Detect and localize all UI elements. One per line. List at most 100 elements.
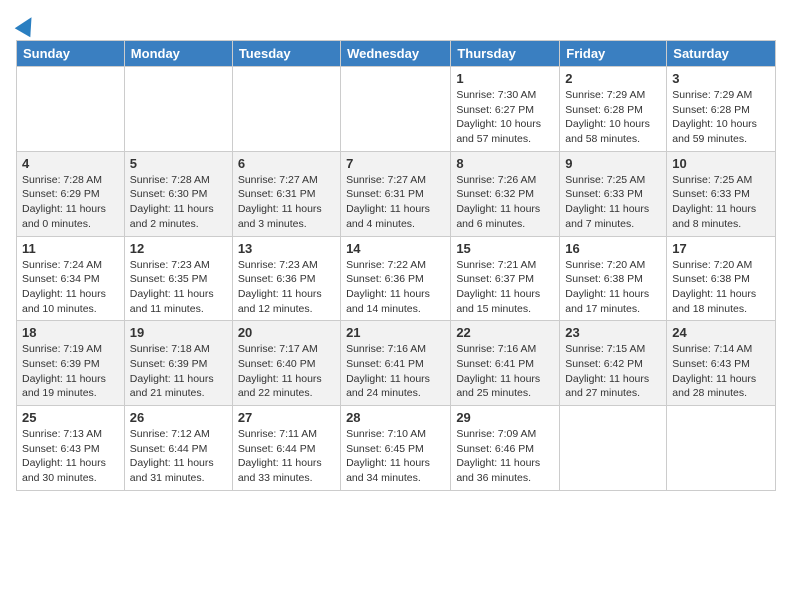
calendar-cell: 28 Sunrise: 7:10 AM Sunset: 6:45 PM Dayli… <box>341 406 451 491</box>
day-info: Sunrise: 7:25 AM Sunset: 6:33 PM Dayligh… <box>565 173 661 232</box>
day-number: 28 <box>346 410 445 425</box>
day-number: 8 <box>456 156 554 171</box>
day-number: 9 <box>565 156 661 171</box>
calendar-week-row: 25 Sunrise: 7:13 AM Sunset: 6:43 PM Dayli… <box>17 406 776 491</box>
weekday-header-monday: Monday <box>124 41 232 67</box>
day-number: 1 <box>456 71 554 86</box>
calendar-table: SundayMondayTuesdayWednesdayThursdayFrid… <box>16 40 776 491</box>
calendar-cell: 16 Sunrise: 7:20 AM Sunset: 6:38 PM Dayli… <box>560 236 667 321</box>
calendar-cell: 12 Sunrise: 7:23 AM Sunset: 6:35 PM Dayli… <box>124 236 232 321</box>
day-number: 10 <box>672 156 770 171</box>
calendar-cell: 10 Sunrise: 7:25 AM Sunset: 6:33 PM Dayli… <box>667 151 776 236</box>
calendar-cell: 25 Sunrise: 7:13 AM Sunset: 6:43 PM Dayli… <box>17 406 125 491</box>
day-info: Sunrise: 7:15 AM Sunset: 6:42 PM Dayligh… <box>565 342 661 401</box>
day-info: Sunrise: 7:23 AM Sunset: 6:36 PM Dayligh… <box>238 258 335 317</box>
logo-triangle-icon <box>15 13 40 38</box>
day-number: 16 <box>565 241 661 256</box>
day-number: 14 <box>346 241 445 256</box>
day-info: Sunrise: 7:23 AM Sunset: 6:35 PM Dayligh… <box>130 258 227 317</box>
weekday-header-friday: Friday <box>560 41 667 67</box>
calendar-cell: 1 Sunrise: 7:30 AM Sunset: 6:27 PM Daylig… <box>451 67 560 152</box>
day-number: 18 <box>22 325 119 340</box>
day-number: 12 <box>130 241 227 256</box>
weekday-header-wednesday: Wednesday <box>341 41 451 67</box>
day-info: Sunrise: 7:22 AM Sunset: 6:36 PM Dayligh… <box>346 258 445 317</box>
calendar-cell: 23 Sunrise: 7:15 AM Sunset: 6:42 PM Dayli… <box>560 321 667 406</box>
day-info: Sunrise: 7:20 AM Sunset: 6:38 PM Dayligh… <box>565 258 661 317</box>
day-number: 27 <box>238 410 335 425</box>
day-number: 13 <box>238 241 335 256</box>
weekday-header-saturday: Saturday <box>667 41 776 67</box>
day-info: Sunrise: 7:18 AM Sunset: 6:39 PM Dayligh… <box>130 342 227 401</box>
page-header <box>16 16 776 30</box>
day-number: 7 <box>346 156 445 171</box>
calendar-cell: 15Sunrise: 7:21 AM Sunset: 6:37 PM Dayli… <box>451 236 560 321</box>
calendar-cell: 26 Sunrise: 7:12 AM Sunset: 6:44 PM Dayli… <box>124 406 232 491</box>
day-info: Sunrise: 7:24 AM Sunset: 6:34 PM Dayligh… <box>22 258 119 317</box>
calendar-cell: 29 Sunrise: 7:09 AM Sunset: 6:46 PM Dayli… <box>451 406 560 491</box>
day-info: Sunrise: 7:19 AM Sunset: 6:39 PM Dayligh… <box>22 342 119 401</box>
day-info: Sunrise: 7:16 AM Sunset: 6:41 PM Dayligh… <box>456 342 554 401</box>
calendar-cell <box>17 67 125 152</box>
day-number: 22 <box>456 325 554 340</box>
weekday-header-tuesday: Tuesday <box>232 41 340 67</box>
day-info: Sunrise: 7:28 AM Sunset: 6:30 PM Dayligh… <box>130 173 227 232</box>
calendar-cell: 24 Sunrise: 7:14 AM Sunset: 6:43 PM Dayli… <box>667 321 776 406</box>
calendar-cell: 2 Sunrise: 7:29 AM Sunset: 6:28 PM Daylig… <box>560 67 667 152</box>
day-number: 5 <box>130 156 227 171</box>
calendar-cell <box>232 67 340 152</box>
day-number: 3 <box>672 71 770 86</box>
day-info: Sunrise: 7:30 AM Sunset: 6:27 PM Dayligh… <box>456 88 554 147</box>
day-number: 6 <box>238 156 335 171</box>
day-info: Sunrise: 7:29 AM Sunset: 6:28 PM Dayligh… <box>565 88 661 147</box>
day-info: Sunrise: 7:12 AM Sunset: 6:44 PM Dayligh… <box>130 427 227 486</box>
day-number: 29 <box>456 410 554 425</box>
day-number: 4 <box>22 156 119 171</box>
calendar-cell: 5 Sunrise: 7:28 AM Sunset: 6:30 PM Daylig… <box>124 151 232 236</box>
day-number: 17 <box>672 241 770 256</box>
day-number: 19 <box>130 325 227 340</box>
day-info: Sunrise: 7:13 AM Sunset: 6:43 PM Dayligh… <box>22 427 119 486</box>
calendar-cell: 20Sunrise: 7:17 AM Sunset: 6:40 PM Dayli… <box>232 321 340 406</box>
day-info: Sunrise: 7:09 AM Sunset: 6:46 PM Dayligh… <box>456 427 554 486</box>
day-number: 24 <box>672 325 770 340</box>
calendar-cell <box>560 406 667 491</box>
day-info: Sunrise: 7:27 AM Sunset: 6:31 PM Dayligh… <box>346 173 445 232</box>
calendar-cell: 14 Sunrise: 7:22 AM Sunset: 6:36 PM Dayli… <box>341 236 451 321</box>
day-info: Sunrise: 7:29 AM Sunset: 6:28 PM Dayligh… <box>672 88 770 147</box>
day-info: Sunrise: 7:16 AM Sunset: 6:41 PM Dayligh… <box>346 342 445 401</box>
day-info: Sunrise: 7:20 AM Sunset: 6:38 PM Dayligh… <box>672 258 770 317</box>
day-number: 15 <box>456 241 554 256</box>
day-info: Sunrise: 7:10 AM Sunset: 6:45 PM Dayligh… <box>346 427 445 486</box>
day-number: 26 <box>130 410 227 425</box>
day-info: Sunrise: 7:28 AM Sunset: 6:29 PM Dayligh… <box>22 173 119 232</box>
day-number: 23 <box>565 325 661 340</box>
calendar-cell: 18 Sunrise: 7:19 AM Sunset: 6:39 PM Dayli… <box>17 321 125 406</box>
calendar-cell: 22 Sunrise: 7:16 AM Sunset: 6:41 PM Dayli… <box>451 321 560 406</box>
calendar-week-row: 11 Sunrise: 7:24 AM Sunset: 6:34 PM Dayli… <box>17 236 776 321</box>
day-number: 25 <box>22 410 119 425</box>
day-info: Sunrise: 7:11 AM Sunset: 6:44 PM Dayligh… <box>238 427 335 486</box>
calendar-cell <box>667 406 776 491</box>
calendar-cell: 4 Sunrise: 7:28 AM Sunset: 6:29 PM Daylig… <box>17 151 125 236</box>
calendar-cell: 11 Sunrise: 7:24 AM Sunset: 6:34 PM Dayli… <box>17 236 125 321</box>
day-info: Sunrise: 7:27 AM Sunset: 6:31 PM Dayligh… <box>238 173 335 232</box>
calendar-cell: 13 Sunrise: 7:23 AM Sunset: 6:36 PM Dayli… <box>232 236 340 321</box>
logo <box>16 16 36 30</box>
calendar-week-row: 4 Sunrise: 7:28 AM Sunset: 6:29 PM Daylig… <box>17 151 776 236</box>
day-number: 11 <box>22 241 119 256</box>
day-number: 2 <box>565 71 661 86</box>
day-info: Sunrise: 7:17 AM Sunset: 6:40 PM Dayligh… <box>238 342 335 401</box>
calendar-cell: 19 Sunrise: 7:18 AM Sunset: 6:39 PM Dayli… <box>124 321 232 406</box>
calendar-cell: 21 Sunrise: 7:16 AM Sunset: 6:41 PM Dayli… <box>341 321 451 406</box>
day-info: Sunrise: 7:26 AM Sunset: 6:32 PM Dayligh… <box>456 173 554 232</box>
weekday-header-thursday: Thursday <box>451 41 560 67</box>
calendar-week-row: 1 Sunrise: 7:30 AM Sunset: 6:27 PM Daylig… <box>17 67 776 152</box>
calendar-cell: 3 Sunrise: 7:29 AM Sunset: 6:28 PM Daylig… <box>667 67 776 152</box>
calendar-week-row: 18 Sunrise: 7:19 AM Sunset: 6:39 PM Dayli… <box>17 321 776 406</box>
calendar-cell <box>341 67 451 152</box>
calendar-cell: 17 Sunrise: 7:20 AM Sunset: 6:38 PM Dayli… <box>667 236 776 321</box>
day-info: Sunrise: 7:14 AM Sunset: 6:43 PM Dayligh… <box>672 342 770 401</box>
day-number: 21 <box>346 325 445 340</box>
day-info: Sunrise: 7:25 AM Sunset: 6:33 PM Dayligh… <box>672 173 770 232</box>
